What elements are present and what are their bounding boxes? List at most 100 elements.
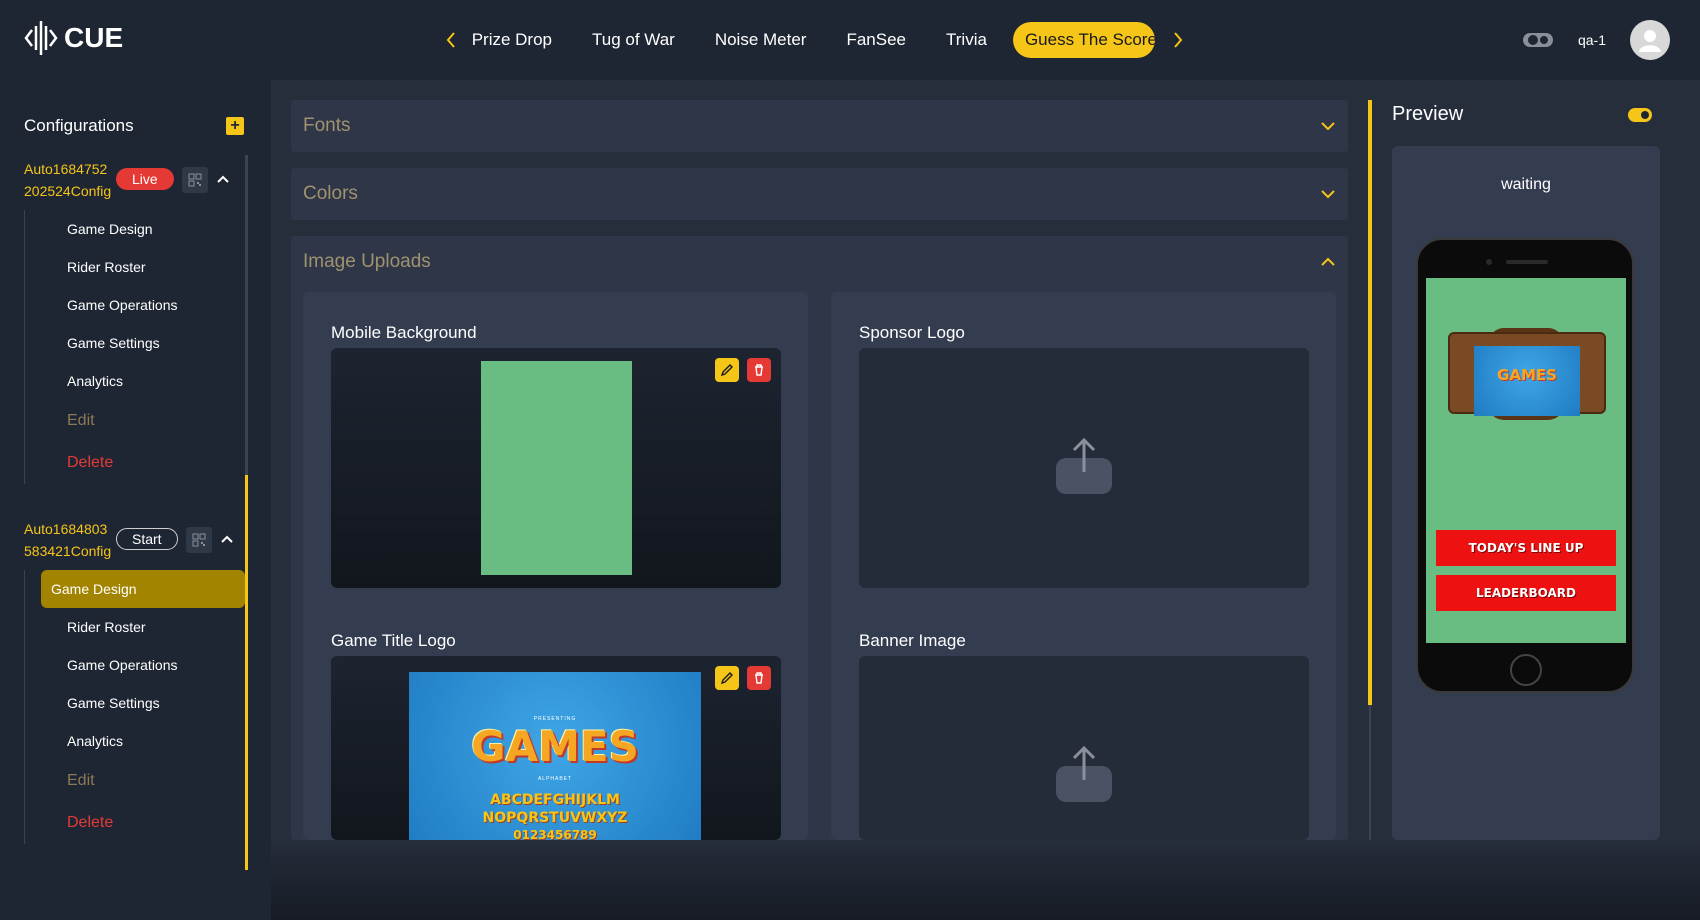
logo-alphabet-text: ALPHABET <box>537 776 573 782</box>
mini-game-logo: GAMES <box>1474 346 1580 416</box>
banner-image-label: Banner Image <box>859 631 966 650</box>
menu-game-operations[interactable]: Game Operations <box>41 286 244 324</box>
status-badge-live[interactable]: Live <box>116 168 174 190</box>
mobile-background-dropzone[interactable] <box>331 348 781 588</box>
image-uploads-header[interactable]: Image Uploads <box>291 236 1348 288</box>
qr-code-button[interactable] <box>181 167 208 193</box>
game-nav: Prize Drop Tug of War Noise Meter FanSee… <box>440 20 1189 60</box>
nav-next-arrow-icon[interactable] <box>1167 29 1189 51</box>
menu-game-settings[interactable]: Game Settings <box>41 324 244 362</box>
game-title-logo-dropzone[interactable]: PRESENTING GAMES ALPHABET ABCDEFGHIJKLM … <box>331 656 781 840</box>
upload-card-right: Sponsor Logo Banner Image <box>831 292 1336 840</box>
user-icon <box>1639 30 1661 52</box>
cue-logo-icon <box>24 21 58 55</box>
status-badge-start[interactable]: Start <box>116 528 178 550</box>
edit-button[interactable] <box>715 666 739 690</box>
qr-code-icon <box>188 173 202 187</box>
fonts-title: Fonts <box>303 115 351 136</box>
config-item: Auto1684803583421Config Start Game Desig… <box>24 518 245 844</box>
pencil-icon <box>720 672 733 685</box>
upload-icon <box>1056 438 1112 494</box>
sidebar-scrollbar[interactable] <box>245 155 248 870</box>
logo-line-3: 0123456789 <box>513 828 597 840</box>
menu-delete[interactable]: Delete <box>41 802 244 844</box>
top-bar: CUE Prize Drop Tug of War Noise Meter Fa… <box>0 0 1700 80</box>
logo-line-1: ABCDEFGHIJKLM <box>490 792 620 808</box>
preview-toggle[interactable] <box>1628 108 1652 122</box>
logo-text: CUE <box>64 22 124 53</box>
chevron-down-icon[interactable] <box>1320 121 1336 131</box>
config-menu: Game Design Rider Roster Game Operations… <box>24 210 244 484</box>
preview-status: waiting <box>1501 176 1551 193</box>
menu-game-design[interactable]: Game Design <box>41 570 245 608</box>
nav-item-tug-of-war[interactable]: Tug of War <box>592 30 675 50</box>
config-menu: Game Design Rider Roster Game Operations… <box>24 570 245 844</box>
game-title-logo-preview: PRESENTING GAMES ALPHABET ABCDEFGHIJKLM … <box>409 672 701 840</box>
qr-code-button[interactable] <box>185 527 212 553</box>
chevron-up-icon[interactable] <box>1320 257 1336 267</box>
bottom-shade <box>271 840 1700 920</box>
image-uploads-title: Image Uploads <box>303 251 431 272</box>
fonts-section: Fonts <box>291 100 1348 152</box>
menu-game-settings[interactable]: Game Settings <box>41 684 244 722</box>
nav-item-fansee[interactable]: FanSee <box>846 30 906 50</box>
menu-game-operations[interactable]: Game Operations <box>41 646 244 684</box>
config-name[interactable]: Auto1684803583421Config <box>24 518 114 562</box>
sidebar-scroll-thumb[interactable] <box>245 475 248 870</box>
avatar[interactable] <box>1630 20 1670 60</box>
fonts-header[interactable]: Fonts <box>291 100 1348 152</box>
chevron-down-icon[interactable] <box>1320 189 1336 199</box>
phone-camera <box>1486 259 1492 265</box>
sidebar-title: Configurations <box>24 116 134 135</box>
config-header[interactable]: Auto1684752202524Config Live <box>24 158 244 202</box>
pencil-icon <box>720 364 733 377</box>
todays-line-up-button[interactable]: TODAY'S LINE UP <box>1436 530 1616 566</box>
menu-rider-roster[interactable]: Rider Roster <box>41 248 244 286</box>
menu-rider-roster[interactable]: Rider Roster <box>41 608 244 646</box>
mobile-background-label: Mobile Background <box>331 323 477 342</box>
logo-games-text: GAMES <box>471 722 639 771</box>
sidebar-header: Configurations + <box>24 116 244 136</box>
user-area: qa-1 <box>1522 20 1670 60</box>
delete-button[interactable] <box>747 358 771 382</box>
leaderboard-button[interactable]: LEADERBOARD <box>1436 575 1616 611</box>
app-logo[interactable]: CUE <box>24 18 123 58</box>
user-name: qa-1 <box>1577 32 1606 48</box>
logo-line-2: NOPQRSTUVWXYZ <box>482 810 628 826</box>
colors-header[interactable]: Colors <box>291 168 1348 220</box>
config-header[interactable]: Auto1684803583421Config Start <box>24 518 244 562</box>
menu-delete[interactable]: Delete <box>41 442 244 484</box>
nav-item-guess-the-score[interactable]: Guess The Score <box>1012 22 1155 58</box>
banner-image-dropzone[interactable] <box>859 656 1309 840</box>
config-name[interactable]: Auto1684752202524Config <box>24 158 114 202</box>
menu-game-design[interactable]: Game Design <box>41 210 244 248</box>
phone-screen: GAMES TODAY'S LINE UP LEADERBOARD <box>1426 278 1626 643</box>
mini-logo-games-text: GAMES <box>1497 366 1557 384</box>
preview-scroll-thumb[interactable] <box>1368 100 1372 705</box>
config-item: Auto1684752202524Config Live Game Design… <box>24 158 244 484</box>
add-config-button[interactable]: + <box>226 117 244 135</box>
trash-icon <box>755 672 763 684</box>
game-title-logo-label: Game Title Logo <box>331 631 456 650</box>
menu-analytics[interactable]: Analytics <box>41 722 244 760</box>
phone-speaker <box>1506 260 1548 264</box>
menu-edit[interactable]: Edit <box>41 400 244 442</box>
theme-toggle-icon[interactable] <box>1522 30 1554 50</box>
upload-icon <box>1056 746 1112 802</box>
colors-title: Colors <box>303 183 358 204</box>
sponsor-logo-label: Sponsor Logo <box>859 323 965 342</box>
collapse-chevron-icon[interactable] <box>220 531 234 549</box>
nav-item-trivia[interactable]: Trivia <box>946 30 987 50</box>
mobile-background-preview <box>481 361 632 575</box>
menu-analytics[interactable]: Analytics <box>41 362 244 400</box>
sponsor-logo-dropzone[interactable] <box>859 348 1309 588</box>
nav-item-prize-drop[interactable]: Prize Drop <box>472 30 552 50</box>
phone-home-button <box>1510 654 1542 686</box>
delete-button[interactable] <box>747 666 771 690</box>
trash-icon <box>755 364 763 376</box>
edit-button[interactable] <box>715 358 739 382</box>
collapse-chevron-icon[interactable] <box>216 171 230 189</box>
menu-edit[interactable]: Edit <box>41 760 244 802</box>
nav-item-noise-meter[interactable]: Noise Meter <box>715 30 807 50</box>
nav-prev-arrow-icon[interactable] <box>440 29 462 51</box>
